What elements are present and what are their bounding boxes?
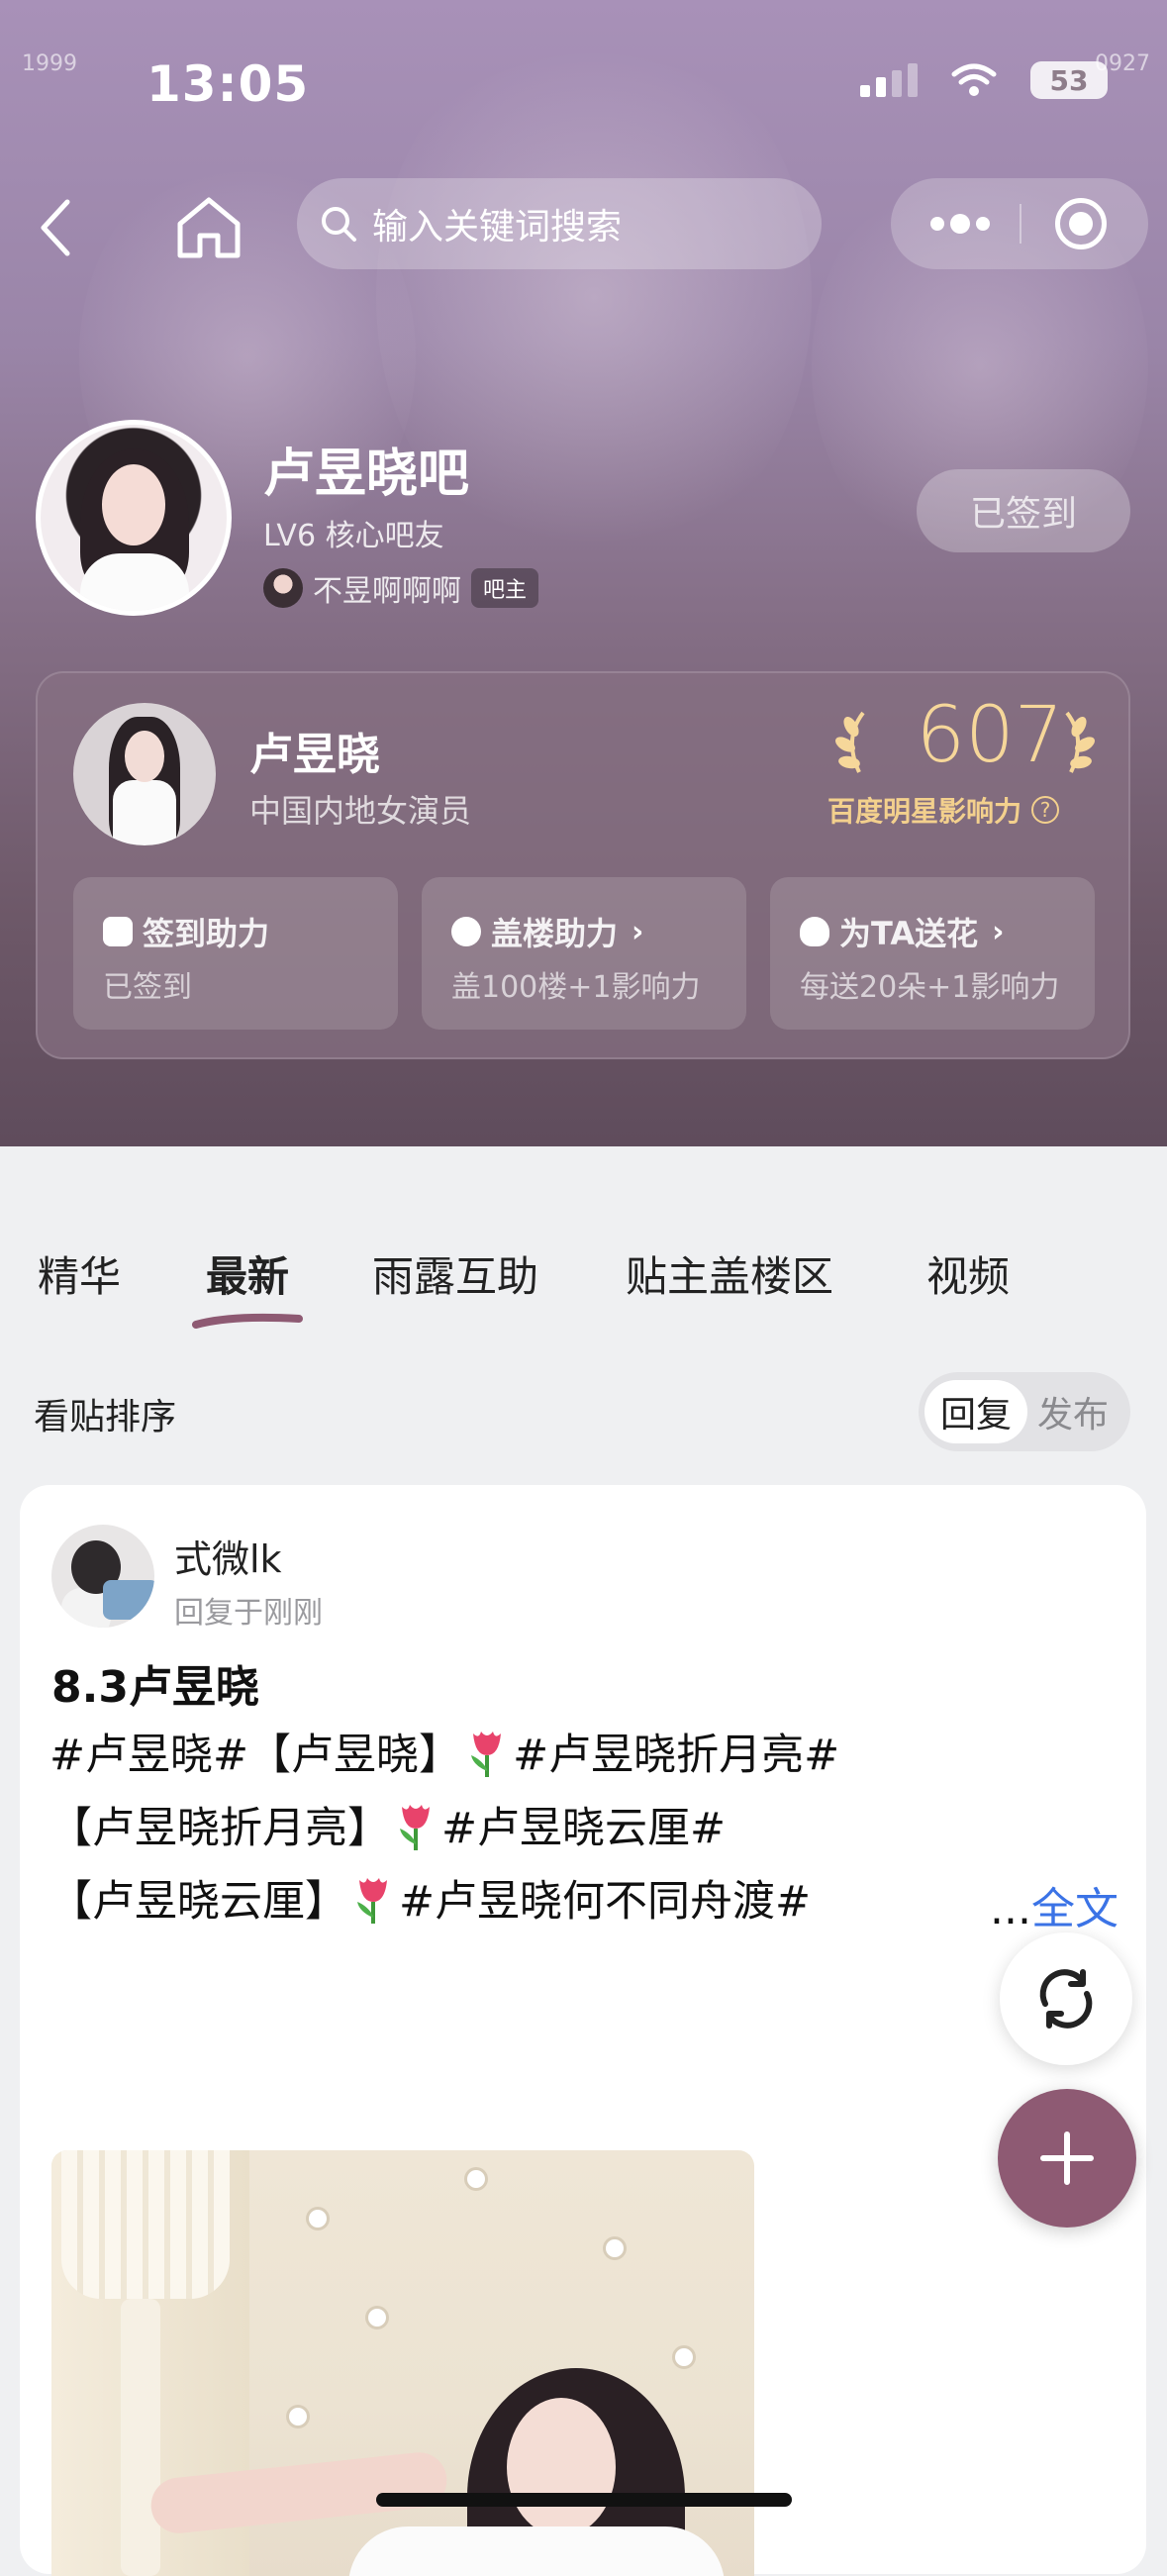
boost-card-title: 为TA送花: [839, 915, 979, 952]
calendar-icon: [103, 917, 133, 946]
post-hashtag[interactable]: #卢昱晓何不同舟渡#: [399, 1877, 811, 1927]
post-time: 回复于刚刚: [174, 1596, 323, 1631]
target-icon[interactable]: [1055, 198, 1107, 249]
flower-icon: [800, 917, 829, 946]
feed-tabs: 精华 最新 雨露互助 贴主盖楼区 视频: [0, 1243, 1167, 1329]
chevron-left-icon[interactable]: [36, 198, 75, 257]
status-time: 13:05: [146, 55, 310, 113]
laurel-right-icon: [1065, 711, 1095, 773]
tab-owner-floor[interactable]: 贴主盖楼区: [626, 1243, 833, 1304]
boost-card-subtitle: 已签到: [103, 970, 192, 1005]
full-text-link[interactable]: 全文: [1031, 1884, 1118, 1934]
forum-owner[interactable]: 不昱啊啊啊 吧主: [263, 566, 539, 610]
tab-latest[interactable]: 最新: [206, 1243, 289, 1304]
owner-avatar: [263, 568, 303, 608]
star-avatar: [73, 703, 216, 845]
forum-header: 1999 0927 13:05 53 输入关键词搜索 卢昱晓吧 LV6 核心吧友…: [0, 0, 1167, 1146]
post-card[interactable]: 式微lk 回复于刚刚 8.3卢昱晓 #卢昱晓#【卢昱晓】 #卢昱晓折月亮# 【卢昱…: [20, 1485, 1146, 2576]
plus-icon: [1040, 2131, 1094, 2185]
signal-icon: [860, 63, 918, 97]
status-indicators: 53: [860, 61, 1108, 99]
refresh-button[interactable]: [1000, 1932, 1132, 2065]
tulip-icon: [471, 1732, 502, 1777]
star-description: 中国内地女演员: [249, 792, 472, 830]
wifi-icon: [951, 63, 997, 96]
boost-card-subtitle: 每送20朵+1影响力: [800, 970, 1060, 1005]
capsule-divider: [1020, 204, 1021, 244]
top-nav: 输入关键词搜索: [0, 178, 1167, 277]
home-icon[interactable]: [174, 194, 243, 259]
post-text-line: 【卢昱晓折月亮】 #卢昱晓云厘#: [49, 1794, 726, 1855]
chevron-right-icon: ›: [632, 914, 644, 949]
avatar[interactable]: [51, 1525, 154, 1628]
boost-card-title: 盖楼助力: [491, 915, 619, 952]
boost-card-checkin[interactable]: 签到助力 已签到: [73, 877, 398, 1030]
checkin-button[interactable]: 已签到: [917, 469, 1130, 552]
influence-label-text: 百度明星影响力: [827, 795, 1022, 828]
post-text-line: #卢昱晓#【卢昱晓】 #卢昱晓折月亮#: [49, 1721, 839, 1782]
post-username[interactable]: 式微lk: [174, 1529, 282, 1583]
influence-label[interactable]: 百度明星影响力 ?: [827, 790, 1060, 830]
post-hashtag[interactable]: #卢昱晓云厘#: [441, 1804, 726, 1853]
tulip-icon: [357, 1878, 387, 1924]
sort-option-reply[interactable]: 回复: [924, 1380, 1027, 1443]
star-name: 卢昱晓: [249, 730, 380, 780]
help-icon[interactable]: ?: [1031, 796, 1060, 824]
post-text: #卢昱晓#【卢昱晓】: [49, 1731, 462, 1780]
home-indicator[interactable]: [376, 2493, 792, 2507]
tab-video[interactable]: 视频: [926, 1243, 1010, 1304]
laurel-left-icon: [835, 711, 865, 773]
search-input[interactable]: 输入关键词搜索: [297, 178, 822, 269]
chevron-right-icon: ›: [992, 914, 1005, 949]
read-more[interactable]: ...全文: [984, 1873, 1118, 1936]
more-dots-icon[interactable]: [930, 214, 990, 234]
owner-badge: 吧主: [471, 568, 539, 608]
user-level: LV6 核心吧友: [263, 519, 444, 553]
sort-label: 看贴排序: [34, 1397, 177, 1437]
ellipsis: ...: [990, 1884, 1031, 1934]
tab-essence[interactable]: 精华: [38, 1243, 121, 1304]
tulip-icon: [400, 1805, 430, 1850]
boost-card-subtitle: 盖100楼+1影响力: [451, 970, 701, 1005]
post-image[interactable]: [51, 2150, 754, 2576]
owner-name: 不昱啊啊啊: [313, 574, 461, 609]
post-text: 【卢昱晓云厘】: [49, 1877, 347, 1927]
battery-icon: 53: [1030, 61, 1108, 99]
post-text-line: 【卢昱晓云厘】 #卢昱晓何不同舟渡#: [49, 1867, 811, 1929]
sort-toggle[interactable]: 回复 发布: [919, 1372, 1130, 1451]
chat-bubble-icon: [451, 917, 481, 946]
boost-card-build[interactable]: 盖楼助力 › 盖100楼+1影响力: [422, 877, 746, 1030]
tab-active-underline: [192, 1313, 303, 1329]
search-icon: [322, 207, 356, 242]
new-post-button[interactable]: [998, 2089, 1136, 2228]
boost-card-title: 签到助力: [143, 915, 270, 952]
search-placeholder: 输入关键词搜索: [372, 207, 623, 248]
post-text: 【卢昱晓折月亮】: [49, 1804, 390, 1853]
forum-title: 卢昱晓吧: [263, 445, 470, 504]
boost-card-flower[interactable]: 为TA送花 › 每送20朵+1影响力: [770, 877, 1095, 1030]
tab-mutual-help[interactable]: 雨露互助: [372, 1243, 538, 1304]
post-title[interactable]: 8.3卢昱晓: [51, 1651, 259, 1715]
header-decor-number-left: 1999: [22, 51, 77, 76]
post-hashtag[interactable]: #卢昱晓折月亮#: [513, 1731, 839, 1780]
star-card[interactable]: 卢昱晓 中国内地女演员 607 百度明星影响力 ? 签到助力 已签到 盖楼助力 ›…: [36, 671, 1130, 1059]
feed-section: 精华 最新 雨露互助 贴主盖楼区 视频 看贴排序 回复 发布 式微lk 回复于刚…: [0, 1194, 1167, 2576]
mini-program-capsule: [891, 178, 1148, 269]
sort-option-publish[interactable]: 发布: [1021, 1380, 1124, 1443]
forum-avatar: [36, 420, 232, 616]
refresh-icon: [1039, 1969, 1093, 2029]
